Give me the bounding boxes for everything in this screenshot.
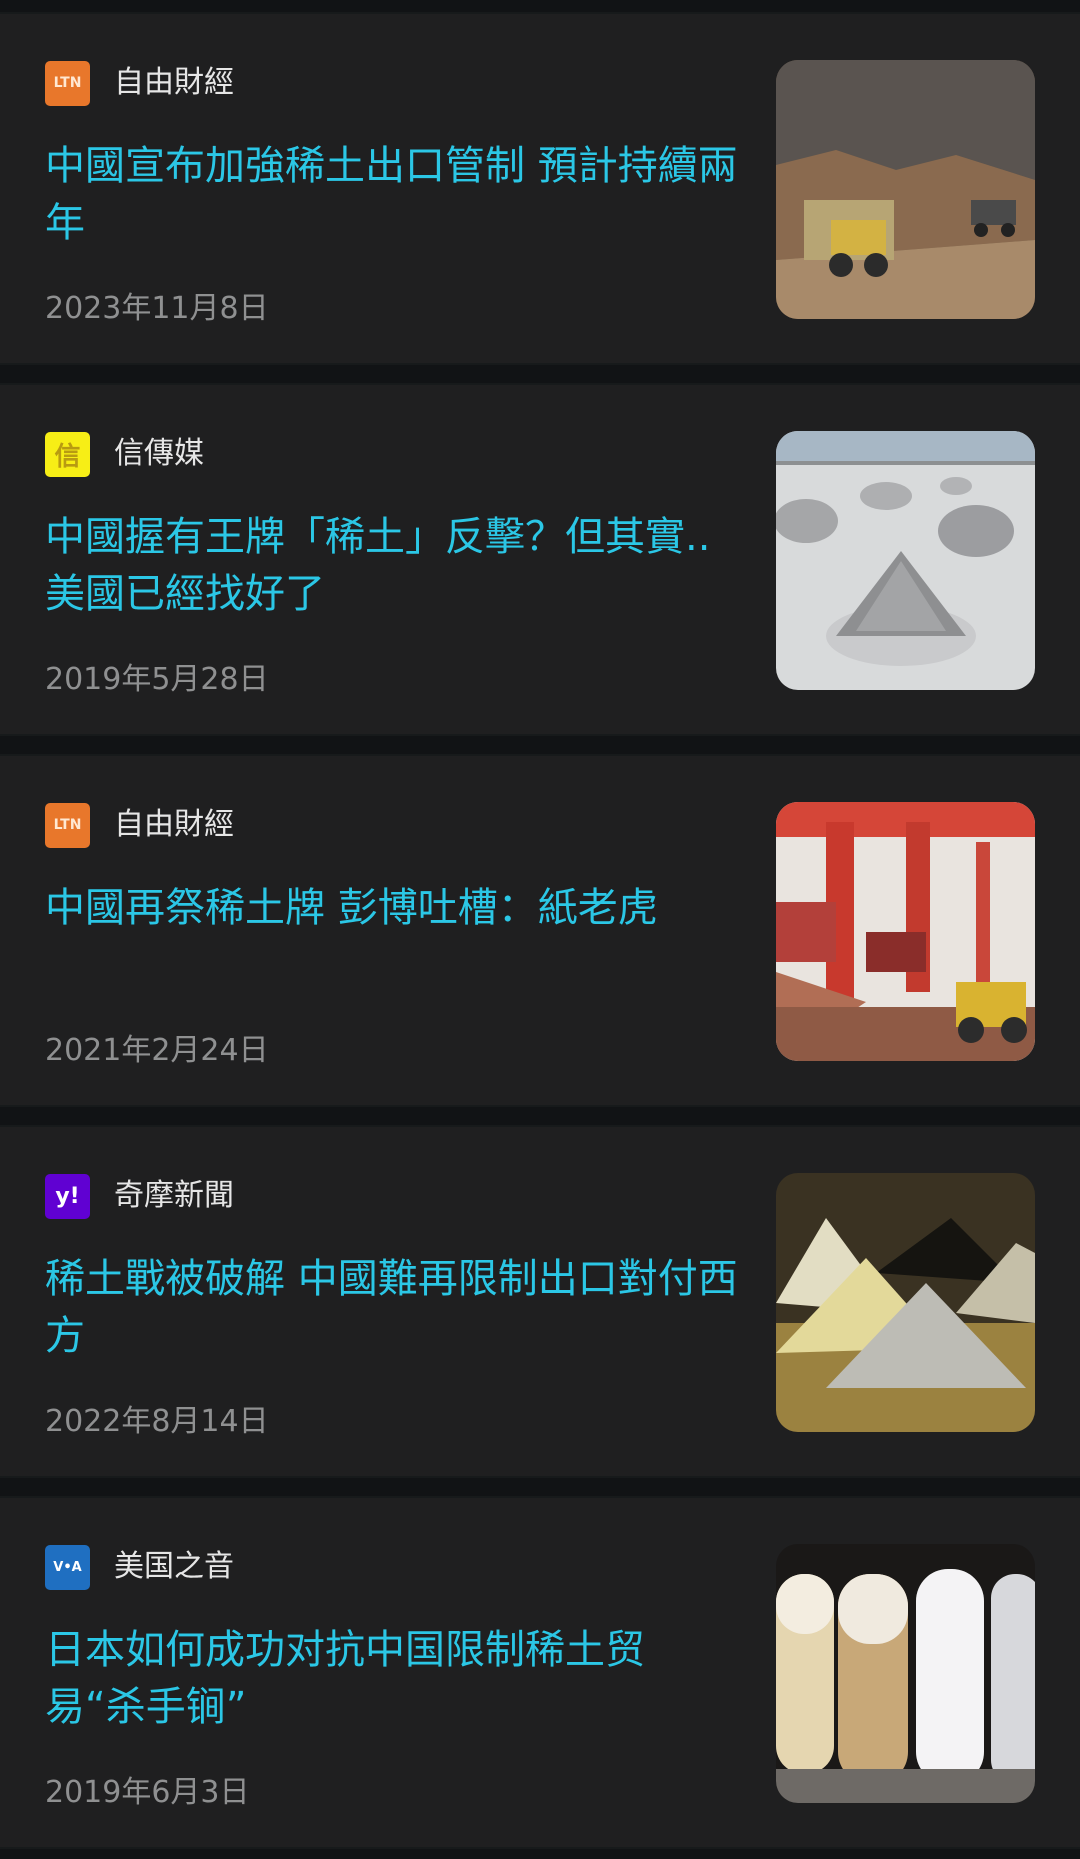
news-card[interactable]: y! 奇摩新聞 稀土戰被破解 中國難再限制出口對付西方 2022年8月14日	[0, 1125, 1080, 1478]
source-name: 自由財經	[114, 807, 234, 842]
yahoo-logo-icon: y!	[45, 1173, 90, 1219]
source-row: 信 信傳媒	[45, 431, 204, 477]
news-card[interactable]: LTN 自由財經 中國宣布加強稀土出口管制 預計持續兩年 2023年11月8日	[0, 12, 1080, 365]
publish-date: 2023年11月8日	[45, 291, 269, 326]
source-row: y! 奇摩新聞	[45, 1173, 234, 1219]
source-row: LTN 自由財經	[45, 60, 234, 106]
source-name: 自由財經	[114, 65, 234, 100]
voa-logo-icon: V•A	[45, 1544, 90, 1590]
publish-date: 2019年5月28日	[45, 662, 269, 697]
headline-link[interactable]: 中國握有王牌「稀土」反擊？但其實..美國已經找好了	[45, 509, 745, 623]
news-card[interactable]: V•A 美国之音 日本如何成功对抗中国限制稀土贸易“杀手锏” 2019年6月3日	[0, 1496, 1080, 1849]
rare-earth-powder-piles-image[interactable]	[776, 1173, 1035, 1432]
mining-excavator-image[interactable]	[776, 60, 1035, 319]
publish-date: 2019年6月3日	[45, 1775, 250, 1810]
news-card[interactable]: LTN 自由財經 中國再祭稀土牌 彭博吐槽：紙老虎 2021年2月24日	[0, 754, 1080, 1107]
ltn-logo-icon: LTN	[45, 60, 90, 106]
source-row: V•A 美国之音	[45, 1544, 234, 1590]
headline-link[interactable]: 中國宣布加強稀土出口管制 預計持續兩年	[45, 138, 745, 252]
news-feed: LTN 自由財經 中國宣布加強稀土出口管制 預計持續兩年 2023年11月8日	[0, 0, 1080, 1859]
salt-flat-mounds-image[interactable]	[776, 431, 1035, 690]
source-row: LTN 自由財經	[45, 802, 234, 848]
source-name: 美国之音	[114, 1549, 234, 1584]
publish-date: 2022年8月14日	[45, 1404, 269, 1439]
port-cranes-image[interactable]	[776, 802, 1035, 1061]
source-name: 奇摩新聞	[114, 1178, 234, 1213]
source-name: 信傳媒	[114, 436, 204, 471]
ltn-logo-icon: LTN	[45, 802, 90, 848]
headline-link[interactable]: 稀土戰被破解 中國難再限制出口對付西方	[45, 1251, 745, 1365]
headline-link[interactable]: 中國再祭稀土牌 彭博吐槽：紙老虎	[45, 880, 745, 937]
headline-link[interactable]: 日本如何成功对抗中国限制稀土贸易“杀手锏”	[45, 1622, 745, 1736]
news-card[interactable]: 信 信傳媒 中國握有王牌「稀土」反擊？但其實..美國已經找好了 2019年5月2…	[0, 383, 1080, 736]
publish-date: 2021年2月24日	[45, 1033, 269, 1068]
powder-sample-jars-image[interactable]	[776, 1544, 1035, 1803]
xinmedia-logo-icon: 信	[45, 431, 90, 477]
